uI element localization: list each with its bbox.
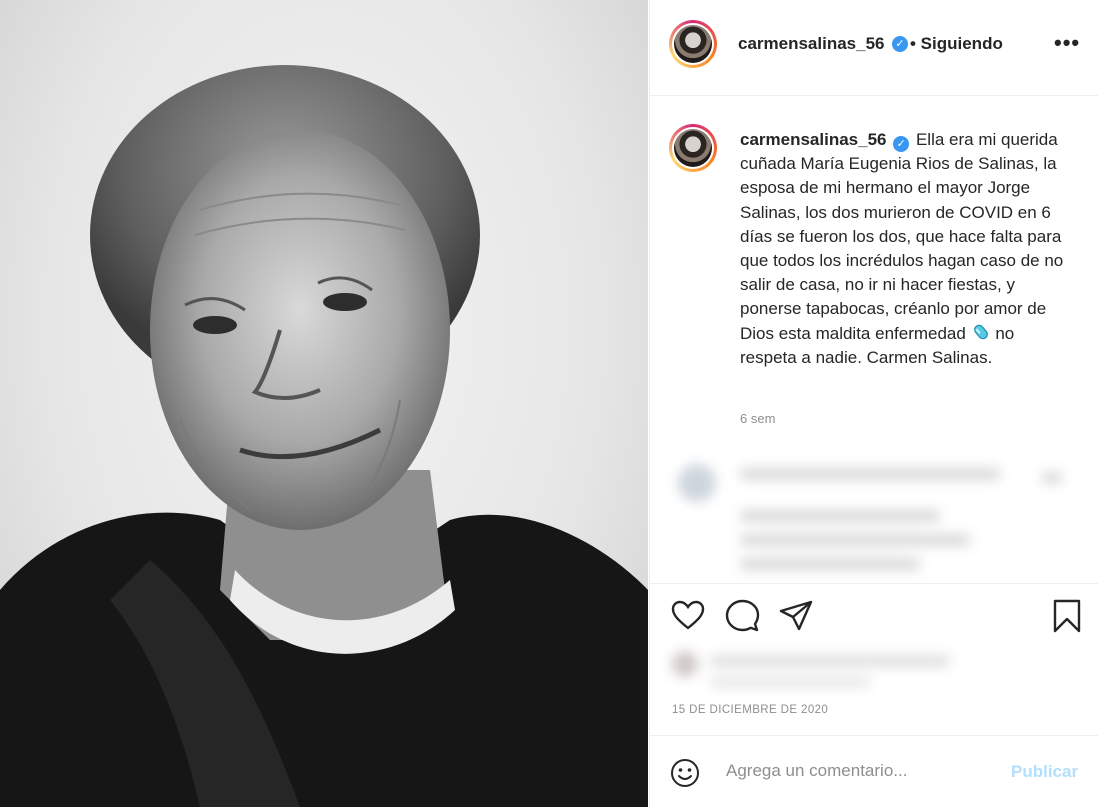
verified-badge-icon: ✓	[893, 136, 910, 152]
caption-author-avatar[interactable]	[669, 124, 717, 172]
post-photo[interactable]	[0, 0, 648, 807]
comment-input[interactable]	[726, 761, 986, 781]
send-icon[interactable]	[778, 598, 814, 634]
caption-username[interactable]: carmensalinas_56	[740, 130, 887, 149]
avatar-image	[674, 25, 712, 63]
publish-button[interactable]: Publicar	[1011, 762, 1078, 782]
portrait-image	[0, 65, 648, 807]
caption-body: Ella era mi querida cuñada María Eugenia…	[740, 130, 1064, 343]
caption-text: carmensalinas_56 ✓ Ella era mi querida c…	[740, 128, 1065, 370]
bookmark-icon[interactable]	[1049, 598, 1085, 634]
blurred-comments	[662, 450, 1077, 580]
author-username[interactable]: carmensalinas_56	[738, 34, 885, 54]
blurred-likes	[658, 643, 978, 697]
author-avatar[interactable]	[669, 20, 717, 68]
verified-badge-icon: ✓	[892, 36, 908, 52]
more-options-icon[interactable]: •••	[1054, 30, 1080, 56]
caption-section: carmensalinas_56 ✓ Ella era mi querida c…	[650, 96, 1098, 582]
caption-time[interactable]: 6 sem	[740, 411, 775, 426]
post-header: carmensalinas_56 ✓ • Siguiendo •••	[650, 0, 1098, 96]
follow-status[interactable]: • Siguiendo	[910, 34, 1003, 54]
instagram-post-view: carmensalinas_56 ✓ • Siguiendo ••• carme…	[0, 0, 1098, 807]
pill-icon	[971, 324, 996, 343]
action-bar	[650, 583, 1098, 644]
heart-icon[interactable]	[670, 598, 706, 634]
emoji-icon[interactable]	[670, 758, 700, 788]
post-side-panel: carmensalinas_56 ✓ • Siguiendo ••• carme…	[649, 0, 1098, 807]
avatar-image	[674, 129, 712, 167]
comment-icon[interactable]	[724, 598, 760, 634]
comment-bar: Publicar	[650, 735, 1098, 808]
post-date[interactable]: 15 DE DICIEMBRE DE 2020	[672, 704, 828, 716]
